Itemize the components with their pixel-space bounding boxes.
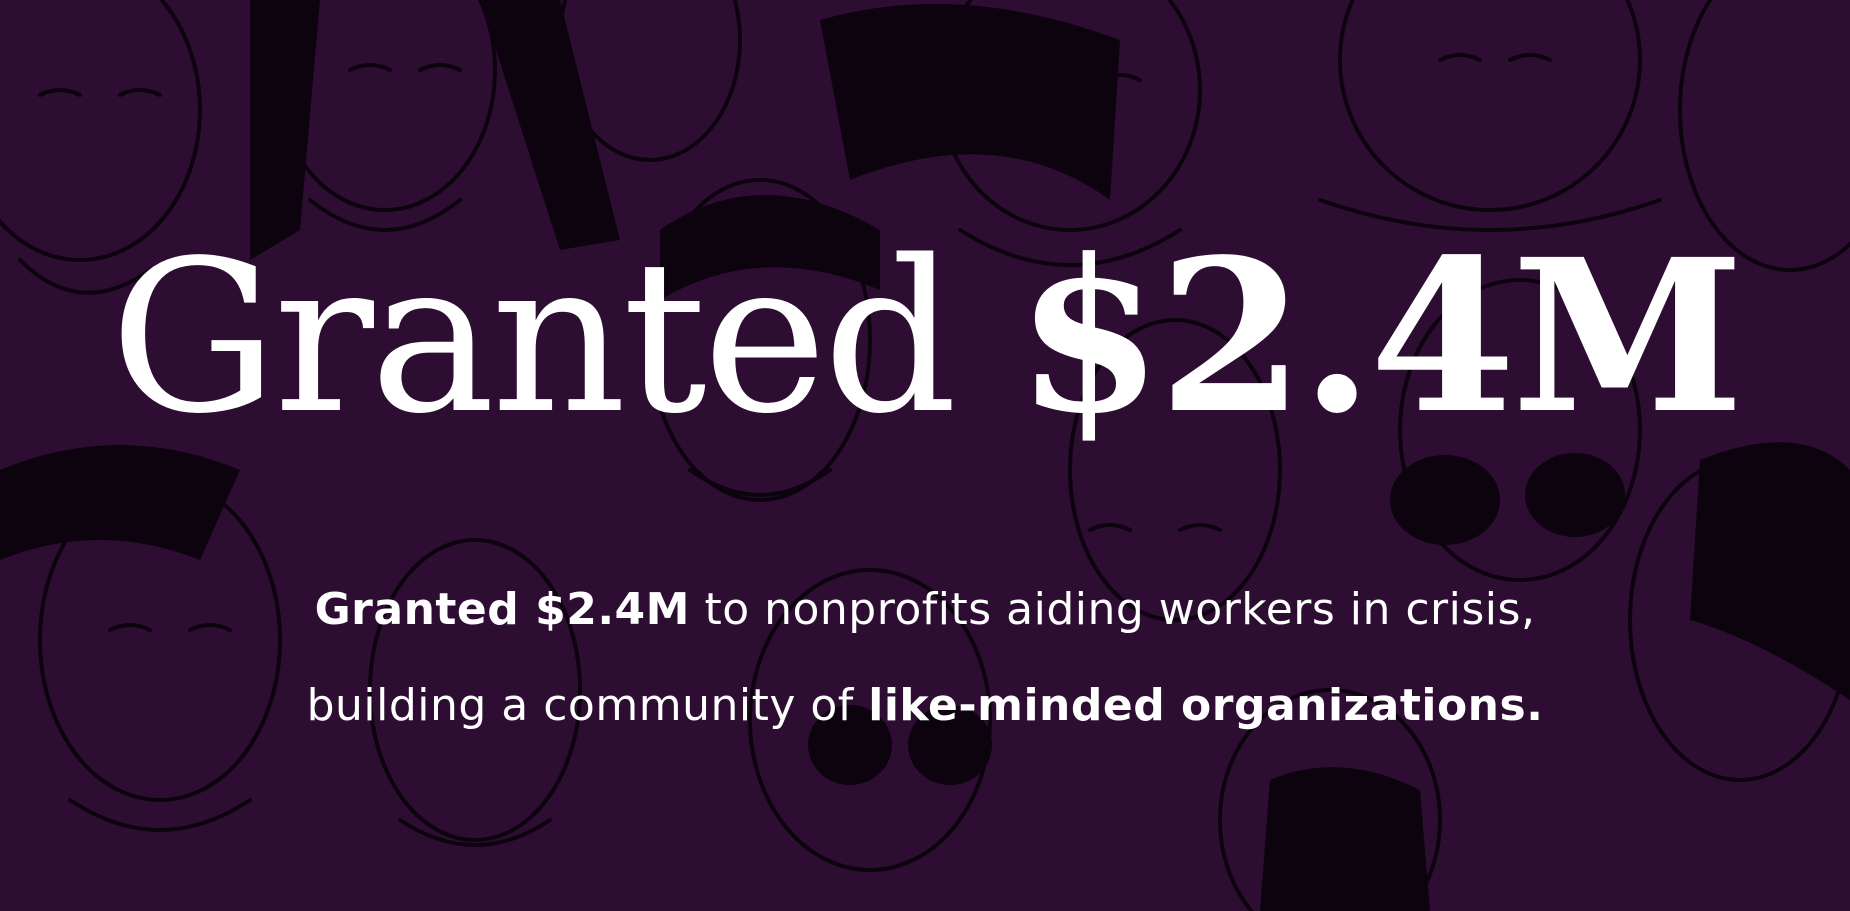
hero-content: Granted $2.4M Granted $2.4M to nonprofit… xyxy=(0,0,1850,911)
headline-amount: $2.4M xyxy=(1016,213,1744,460)
hero-subtext: Granted $2.4M to nonprofits aiding worke… xyxy=(0,562,1850,754)
hero-banner: Granted $2.4M Granted $2.4M to nonprofit… xyxy=(0,0,1850,911)
headline-lead: Granted xyxy=(109,215,958,460)
subtext-bold-tail: like-minded organizations. xyxy=(868,680,1544,731)
subtext-line1-rest: to nonprofits aiding workers in crisis, xyxy=(704,584,1536,635)
subtext-line2-rest: building a community of xyxy=(306,680,854,731)
hero-headline: Granted $2.4M xyxy=(0,232,1850,443)
subtext-bold-lead: Granted $2.4M xyxy=(314,584,690,635)
